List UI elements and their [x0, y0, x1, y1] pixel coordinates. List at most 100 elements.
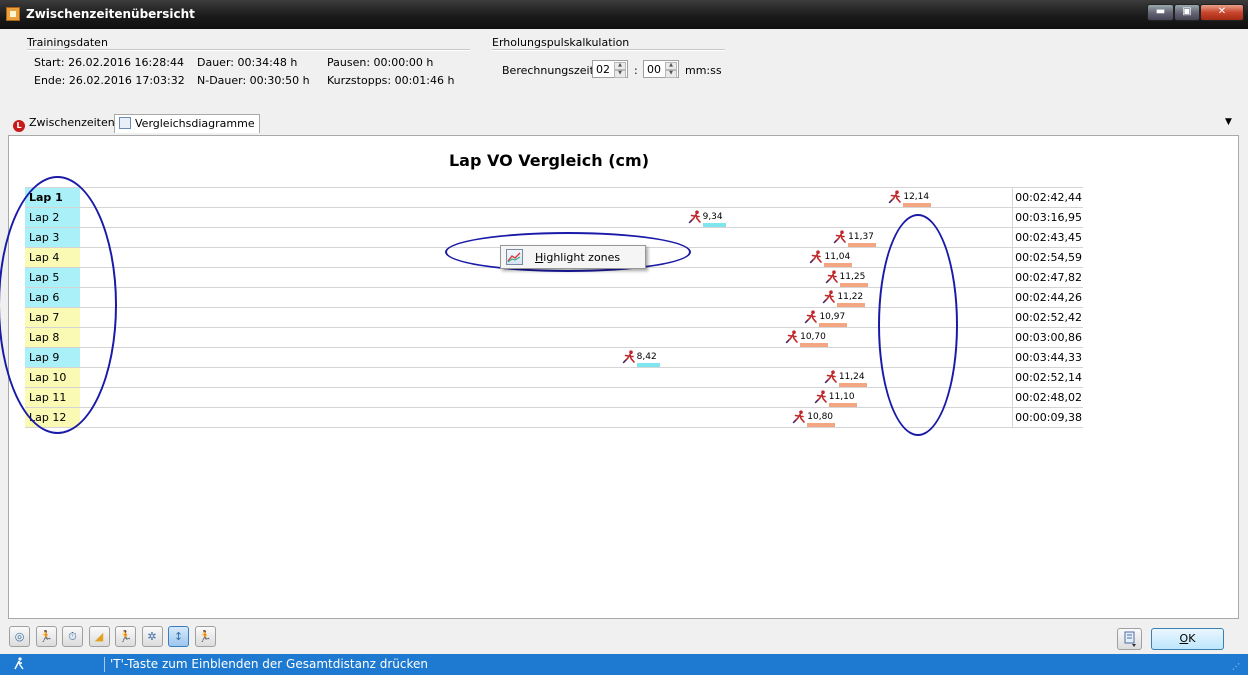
start-info: Start: 26.02.2016 16:28:44	[34, 56, 184, 69]
value-marker: 10,70	[785, 330, 829, 347]
minimize-button[interactable]: ▬	[1147, 4, 1174, 21]
status-text: 'T'-Taste zum Einblenden der Gesamtdista…	[110, 657, 428, 671]
spin-down-icon[interactable]: ▼	[665, 70, 677, 78]
toolbar-button[interactable]: ↕	[168, 626, 189, 647]
lap-row: Lap 1 12,14 00:02:42,44	[25, 188, 1083, 208]
tab-menu-arrow-icon[interactable]: ▼	[1225, 117, 1232, 127]
elevation-icon: ◢	[94, 630, 104, 643]
resize-grip-icon[interactable]: ⋰	[1232, 662, 1242, 672]
context-menu: Highlight zones	[500, 245, 646, 269]
value-bar	[903, 203, 932, 207]
value-bar	[838, 383, 867, 387]
runner-icon	[792, 410, 806, 424]
spin-down-icon[interactable]: ▼	[614, 70, 626, 78]
lap-label: Lap 5	[25, 268, 80, 287]
lap-table: Lap 1 12,14 00:02:42,44 Lap 2 9,34 00:03:16,9…	[25, 187, 1083, 428]
vertical-oscillation-icon: ↕	[173, 630, 184, 643]
lap-label: Lap 6	[25, 288, 80, 307]
lap-time: 00:02:44,26	[1012, 288, 1083, 307]
lap-label: Lap 11	[25, 388, 80, 407]
runner-icon	[805, 310, 818, 324]
ok-label-rest: K	[1188, 632, 1196, 645]
window: Zwischenzeitenübersicht ▬ ▣ ✕ Trainingsd…	[0, 0, 1248, 675]
runner-icon	[825, 270, 838, 284]
tab-zwischenzeiten[interactable]: L Zwischenzeiten	[9, 114, 119, 133]
highlight-zones-item[interactable]: Highlight zones	[535, 251, 620, 264]
spin-up-icon[interactable]: ▲	[614, 62, 626, 70]
chart-title: Lap VO Vergleich (cm)	[448, 151, 650, 170]
recovery-divider	[492, 49, 725, 51]
duration-info: Dauer: 00:34:48 h	[197, 56, 298, 69]
value-label: 11,24	[838, 372, 865, 382]
runner-icon	[785, 330, 798, 344]
value-marker: 11,25	[825, 270, 868, 287]
value-label: 8,42	[636, 352, 657, 362]
close-button[interactable]: ✕	[1200, 4, 1244, 21]
window-content: Trainingsdaten Start: 26.02.2016 16:28:4…	[0, 29, 1248, 654]
lap-row: Lap 8 10,70 00:03:00,86	[25, 328, 1083, 348]
time-unit: mm:ss	[685, 64, 722, 77]
value-marker: 10,80	[792, 410, 836, 427]
value-bar	[824, 263, 853, 267]
lap-label: Lap 4	[25, 248, 80, 267]
menu-label-rest: ighlight zones	[543, 251, 621, 264]
lap-label: Lap 1	[25, 188, 80, 207]
spin-up-icon[interactable]: ▲	[665, 62, 677, 70]
value-bar	[848, 243, 877, 247]
runner-icon	[833, 230, 846, 244]
time-separator: :	[634, 64, 638, 77]
lap-row: Lap 7 10,97 00:02:52,42	[25, 308, 1083, 328]
runner-icon	[13, 657, 25, 671]
toolbar-button[interactable]: 🏃	[35, 626, 57, 647]
value-label: 11,25	[839, 272, 866, 282]
lap-time: 00:03:16,95	[1012, 208, 1083, 227]
lap-label: Lap 2	[25, 208, 80, 227]
value-label: 10,97	[819, 312, 846, 322]
value-label: 11,22	[837, 292, 864, 302]
toolbar-button[interactable]: 🏃	[194, 626, 216, 647]
status-divider	[104, 657, 105, 672]
tab-label: Zwischenzeiten	[29, 116, 115, 129]
ok-hotkey: O	[1179, 632, 1189, 645]
value-label: 9,34	[702, 212, 723, 222]
lap-time: 00:00:09,38	[1012, 408, 1083, 427]
chart-panel: Lap VO Vergleich (cm) Lap 1 12,14 00:02:42…	[8, 135, 1239, 619]
training-group-title: Trainingsdaten	[27, 36, 108, 49]
value-label: 10,80	[807, 412, 834, 422]
toolbar-button[interactable]: ◢	[88, 626, 110, 647]
lap-row: Lap 12 10,80 00:00:09,38	[25, 408, 1083, 428]
tab-vergleichsdiagramme[interactable]: Vergleichsdiagramme	[114, 114, 260, 133]
toolbar-button[interactable]: ⏱	[62, 626, 83, 647]
value-bar	[807, 423, 836, 427]
lap-label: Lap 12	[25, 408, 80, 427]
lap-time: 00:02:42,44	[1012, 188, 1083, 207]
seconds-spinner[interactable]: 00 ▲ ▼	[643, 60, 679, 78]
runner-compare-icon: 🏃	[198, 630, 212, 643]
lap-time: 00:03:00,86	[1012, 328, 1083, 347]
toolbar-button[interactable]: ◎	[9, 626, 30, 647]
lap-time: 00:02:52,14	[1012, 368, 1083, 387]
zones-chart-icon	[506, 249, 523, 265]
toolbar-button[interactable]: 🏃	[115, 626, 136, 647]
minutes-spinner[interactable]: 02 ▲ ▼	[592, 60, 628, 78]
short-stops-info: Kurzstopps: 00:01:46 h	[327, 74, 455, 87]
stopwatch-icon: ⏱	[68, 630, 77, 643]
value-bar	[839, 283, 868, 287]
runner-icon	[622, 350, 635, 364]
lap-row: Lap 9 8,42 00:03:44,33	[25, 348, 1083, 368]
ok-button[interactable]: OK	[1151, 628, 1224, 650]
toolbar-button[interactable]: ✲	[141, 626, 163, 647]
lap-time: 00:02:54,59	[1012, 248, 1083, 267]
value-marker: 11,22	[822, 290, 866, 307]
value-label: 12,14	[903, 192, 930, 202]
window-title: Zwischenzeitenübersicht	[26, 7, 195, 21]
lap-label: Lap 9	[25, 348, 80, 367]
value-marker: 11,10	[814, 390, 857, 407]
seconds-value: 00	[647, 63, 661, 76]
lap-row: Lap 10 11,24 00:02:52,14	[25, 368, 1083, 388]
status-bar: 'T'-Taste zum Einblenden der Gesamtdista…	[0, 654, 1248, 675]
pauses-info: Pausen: 00:00:00 h	[327, 56, 434, 69]
maximize-button[interactable]: ▣	[1174, 4, 1200, 21]
export-button[interactable]	[1117, 628, 1142, 650]
runner-icon	[688, 210, 701, 224]
